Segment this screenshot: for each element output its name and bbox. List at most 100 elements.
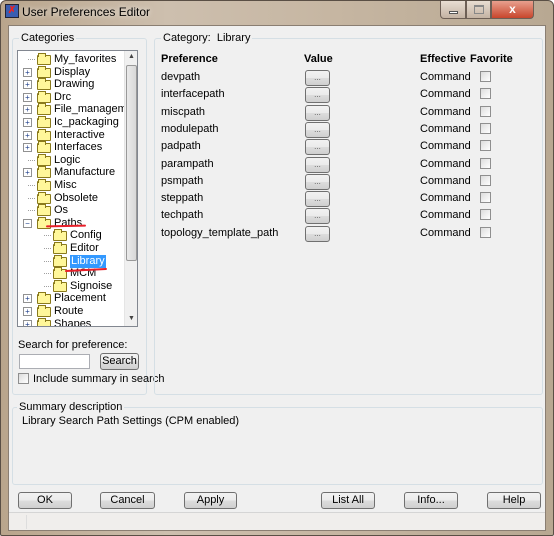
value-browse-button[interactable]: ... <box>305 225 330 242</box>
favorite-checkbox[interactable] <box>480 140 491 152</box>
value-browse-button[interactable]: ... <box>305 139 330 156</box>
expand-icon[interactable]: + <box>23 92 32 102</box>
expand-icon[interactable]: + <box>23 307 32 316</box>
favorite-checkbox[interactable] <box>480 105 491 117</box>
tree-item-my_favorites[interactable]: My_favorites <box>18 53 123 66</box>
favorite-checkbox[interactable] <box>480 226 491 238</box>
effective-value: Command <box>420 157 471 170</box>
tree-item-route[interactable]: + Route <box>18 305 123 318</box>
expand-icon[interactable]: + <box>23 130 32 140</box>
preference-name: steppath <box>161 192 204 205</box>
value-browse-button[interactable]: ... <box>305 121 330 138</box>
collapse-icon[interactable]: − <box>23 218 32 228</box>
tree-item-obsolete[interactable]: Obsolete <box>18 191 123 205</box>
window-title: User Preferences Editor <box>22 5 151 19</box>
tree-line <box>44 248 51 249</box>
search-input[interactable] <box>19 354 90 369</box>
tree-item-editor[interactable]: Editor <box>18 242 123 255</box>
folder-icon <box>53 254 67 267</box>
preference-name: techpath <box>161 209 204 222</box>
tree-item-config[interactable]: Config <box>18 229 123 242</box>
tree-item-label: Interactive <box>54 128 105 141</box>
favorite-checkbox[interactable] <box>480 71 491 82</box>
search-button[interactable]: Search <box>100 353 139 370</box>
apply-button[interactable]: Apply <box>184 492 237 509</box>
tree-item-paths[interactable]: − Paths <box>18 216 123 230</box>
include-summary-checkbox[interactable] <box>18 373 29 384</box>
expand-icon[interactable]: + <box>23 143 32 153</box>
category-tree[interactable]: My_favorites + Display + Drawing + Drc + File_ma… <box>17 50 138 327</box>
value-browse-button[interactable]: ... <box>305 156 330 173</box>
tree-item-display[interactable]: + Display <box>18 65 123 79</box>
scroll-up-icon[interactable]: ▲ <box>128 53 135 60</box>
value-browse-button[interactable]: ... <box>305 104 330 121</box>
folder-icon <box>37 305 51 317</box>
summary-text: Library Search Path Settings (CPM enable… <box>22 415 240 427</box>
tree-item-label: Drawing <box>54 78 95 91</box>
favorite-checkbox[interactable] <box>480 174 491 186</box>
tree-item-drawing[interactable]: + Drawing <box>18 78 123 91</box>
tree-line <box>28 59 35 60</box>
favorite-checkbox[interactable] <box>480 88 491 100</box>
tree-item-manufacture[interactable]: + Manufacture <box>18 166 123 179</box>
effective-value: Command <box>420 88 471 101</box>
expand-icon[interactable]: + <box>23 168 32 178</box>
tree-item-interfaces[interactable]: + Interfaces <box>18 141 123 154</box>
categories-label: Categories <box>19 32 77 44</box>
tree-scrollbar[interactable]: ▲ ▼ <box>124 51 137 326</box>
tree-item-misc[interactable]: Misc <box>18 179 123 192</box>
cancel-button[interactable]: Cancel <box>100 492 155 509</box>
list-all-button[interactable]: List All <box>321 492 375 509</box>
info-button[interactable]: Info... <box>404 492 458 509</box>
favorite-checkbox[interactable] <box>480 157 491 169</box>
close-button[interactable]: x <box>491 1 534 19</box>
tree-item-ic_packaging[interactable]: + Ic_packaging <box>18 116 123 129</box>
expand-icon[interactable]: + <box>23 67 32 77</box>
effective-value: Command <box>420 226 471 239</box>
value-browse-button[interactable]: ... <box>305 191 330 208</box>
favorite-checkbox[interactable] <box>480 122 491 134</box>
favorite-checkbox[interactable] <box>480 209 491 221</box>
header-effective: Effective <box>420 53 466 65</box>
header-preference: Preference <box>161 53 218 65</box>
tree-item-label: Config <box>70 229 102 242</box>
tree-item-file_management[interactable]: + File_management <box>18 103 137 116</box>
tree-item-label: Route <box>54 305 84 317</box>
folder-icon <box>37 128 51 141</box>
value-browse-button[interactable]: ... <box>305 208 330 225</box>
expand-icon[interactable]: + <box>23 80 32 90</box>
folder-icon <box>37 292 51 305</box>
tree-item-logic[interactable]: Logic <box>18 153 123 167</box>
preference-name: padpath <box>161 140 201 153</box>
minimize-button[interactable] <box>440 1 466 19</box>
tree-item-placement[interactable]: + Placement <box>18 292 123 305</box>
tree-item-label: Logic <box>54 153 81 166</box>
tree-item-interactive[interactable]: + Interactive <box>18 128 123 142</box>
include-summary-label: Include summary in search <box>33 373 165 385</box>
status-bar <box>9 512 545 530</box>
value-browse-button[interactable]: ... <box>305 70 330 86</box>
tree-item-signoise[interactable]: Signoise <box>18 279 123 293</box>
help-button[interactable]: Help <box>487 492 541 509</box>
ok-button[interactable]: OK <box>18 492 72 509</box>
tree-line <box>28 185 35 186</box>
folder-icon <box>53 229 67 242</box>
expand-icon[interactable]: + <box>23 118 32 127</box>
expand-icon[interactable]: + <box>23 294 32 304</box>
tree-item-label: Editor <box>70 242 99 254</box>
tree-item-drc[interactable]: + Drc <box>18 90 123 104</box>
maximize-button[interactable] <box>466 1 491 19</box>
value-browse-button[interactable]: ... <box>305 173 330 190</box>
tree-item-os[interactable]: Os <box>18 204 123 217</box>
expand-icon[interactable]: + <box>23 319 32 326</box>
scroll-down-icon[interactable]: ▼ <box>128 315 135 322</box>
favorite-checkbox[interactable] <box>480 192 491 204</box>
tree-item-shapes[interactable]: + Shapes <box>18 317 123 326</box>
preference-name: miscpath <box>161 105 206 118</box>
value-browse-button[interactable]: ... <box>305 87 330 104</box>
app-icon: ✗ <box>5 4 19 18</box>
effective-value: Command <box>420 192 471 205</box>
expand-icon[interactable]: + <box>23 105 32 115</box>
tree-item-library[interactable]: Library <box>18 254 123 268</box>
scroll-thumb[interactable] <box>126 65 137 261</box>
